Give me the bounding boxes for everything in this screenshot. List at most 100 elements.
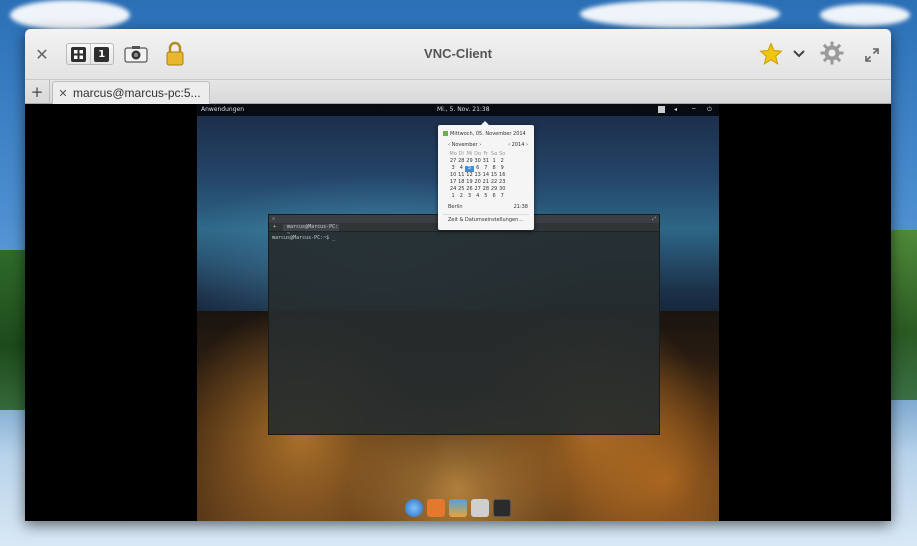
tab-label: marcus@marcus-pc:5... [73, 86, 201, 100]
calendar-weekday: Mi [466, 151, 473, 157]
calendar-weekday: Mo [449, 151, 457, 157]
wallpaper-cloud [580, 0, 780, 28]
calendar-day[interactable]: 28 [482, 186, 490, 193]
tab-bar: + ✕ marcus@marcus-pc:5... [25, 80, 891, 104]
calendar-nav: ‹ November › ‹ 2014 › [448, 142, 528, 148]
calendar-year-nav[interactable]: ‹ 2014 › [508, 142, 528, 148]
terminal-close-icon[interactable]: ✕ [272, 216, 275, 222]
menu-button[interactable] [791, 45, 807, 63]
calendar-day[interactable]: 7 [482, 165, 490, 172]
calendar-weekday: Do [474, 151, 482, 157]
calendar-day[interactable]: 10 [449, 172, 457, 179]
terminal-maximize-icon[interactable]: ⤢ [652, 216, 656, 222]
wallpaper-trees [887, 230, 917, 400]
calendar-day[interactable]: 8 [490, 165, 498, 172]
calendar-day[interactable]: 27 [474, 186, 482, 193]
dock-terminal-icon[interactable] [493, 499, 511, 517]
calendar-day[interactable]: 2 [457, 193, 465, 200]
remote-terminal-window[interactable]: ✕ ⤢ + marcus@Marcus-PC: ~ marcus@Marcus-… [268, 214, 660, 435]
remote-clock[interactable]: Mi., 5. Nov. 21:38 [437, 106, 490, 113]
calendar-day[interactable]: 17 [449, 179, 457, 186]
calendar-weekday: Sa [490, 151, 498, 157]
calendar-day[interactable]: 28 [457, 158, 465, 165]
calendar-day[interactable]: 30 [474, 158, 482, 165]
tab-connection[interactable]: ✕ marcus@marcus-pc:5... [52, 81, 210, 104]
dock-app-icon[interactable] [427, 499, 445, 517]
calendar-city: Berlin [448, 204, 463, 210]
calendar-day[interactable]: 23 [498, 179, 506, 186]
calendar-day[interactable]: 19 [465, 179, 473, 186]
calendar-day[interactable]: 22 [490, 179, 498, 186]
calendar-weekday: Fr [483, 151, 489, 157]
remote-desktop-view[interactable]: Anwendungen Mi., 5. Nov. 21:38 ◂ ⌔ ⏻ ✕ ⤢… [197, 104, 719, 521]
remote-network-icon[interactable]: ⌔ [691, 106, 698, 114]
remote-notifications-icon[interactable] [658, 106, 665, 113]
calendar-weekday: So [499, 151, 506, 157]
calendar-month-nav[interactable]: ‹ November › [448, 142, 481, 148]
remote-power-icon[interactable]: ⏻ [707, 106, 714, 113]
calendar-day[interactable]: 6 [490, 193, 498, 200]
calendar-day[interactable]: 6 [474, 165, 482, 172]
calendar-day[interactable]: 4 [457, 165, 465, 172]
calendar-day[interactable]: 11 [457, 172, 465, 179]
remote-calendar-popover: Mittwoch, 05. November 2014 ‹ November ›… [438, 121, 534, 230]
calendar-day[interactable]: 4 [474, 193, 482, 200]
dock-browser-icon[interactable] [405, 499, 423, 517]
remote-applications-menu[interactable]: Anwendungen [201, 106, 244, 113]
calendar-day[interactable]: 29 [465, 158, 473, 165]
dock-photos-icon[interactable] [449, 499, 467, 517]
settings-button[interactable] [820, 41, 844, 65]
calendar-divider [443, 214, 529, 215]
gear-icon [820, 41, 844, 65]
wallpaper-cloud [820, 4, 910, 26]
calendar-world-clock: Berlin 21:38 [448, 204, 528, 210]
terminal-tab[interactable]: marcus@Marcus-PC: ~ [283, 224, 339, 237]
calendar-day[interactable]: 9 [498, 165, 506, 172]
calendar-day[interactable]: 21 [482, 179, 490, 186]
calendar-date-heading: Mittwoch, 05. November 2014 [450, 131, 526, 137]
calendar-day[interactable]: 5 [482, 193, 490, 200]
calendar-day[interactable]: 1 [449, 193, 457, 200]
calendar-day[interactable]: 1 [490, 158, 498, 165]
calendar-day[interactable]: 30 [498, 186, 506, 193]
calendar-settings-link[interactable]: Zeit & Datumseinstellungen... [448, 217, 523, 223]
favorite-button[interactable] [759, 42, 783, 66]
calendar-icon [443, 131, 448, 136]
calendar-day[interactable]: 16 [498, 172, 506, 179]
star-icon [759, 42, 783, 65]
remote-volume-icon[interactable]: ◂ [674, 106, 681, 113]
tab-close-icon[interactable]: ✕ [53, 87, 73, 100]
calendar-day[interactable]: 5 [465, 165, 474, 172]
remote-top-panel: Anwendungen Mi., 5. Nov. 21:38 ◂ ⌔ ⏻ [197, 104, 719, 116]
calendar-day[interactable]: 7 [498, 193, 506, 200]
remote-dock [398, 497, 518, 519]
titlebar: ✕ 1 VNC-Client [25, 29, 891, 80]
calendar-day[interactable]: 2 [498, 158, 506, 165]
fullscreen-button[interactable] [863, 46, 881, 64]
calendar-day[interactable]: 31 [482, 158, 490, 165]
calendar-day[interactable]: 14 [482, 172, 490, 179]
calendar-day[interactable]: 27 [449, 158, 457, 165]
chevron-down-icon [793, 50, 805, 58]
vnc-client-window: ✕ 1 VNC-Client + ✕ marcus@marcus-pc:5...… [25, 29, 891, 521]
wallpaper-trees [0, 250, 28, 410]
terminal-new-tab-icon[interactable]: + [273, 224, 276, 230]
calendar-day[interactable]: 15 [490, 172, 498, 179]
wallpaper-cloud [10, 0, 130, 30]
calendar-day[interactable]: 18 [457, 179, 465, 186]
calendar-day[interactable]: 29 [490, 186, 498, 193]
calendar-grid: Mo Di Mi Do Fr Sa So 27 28 29 30 31 1 2 3 4 5 6 7 8 9 10 11 12 1… [449, 151, 507, 200]
calendar-day[interactable]: 12 [465, 172, 473, 179]
calendar-day[interactable]: 20 [474, 179, 482, 186]
calendar-day[interactable]: 3 [465, 193, 473, 200]
calendar-day[interactable]: 25 [457, 186, 465, 193]
new-tab-button[interactable]: + [25, 80, 50, 104]
expand-icon [865, 48, 879, 62]
calendar-day[interactable]: 13 [474, 172, 482, 179]
calendar-day[interactable]: 26 [465, 186, 473, 193]
terminal-prompt: marcus@Marcus-PC:~$ _ [272, 235, 336, 241]
dock-store-icon[interactable] [471, 499, 489, 517]
calendar-day[interactable]: 3 [449, 165, 457, 172]
calendar-city-time: 21:38 [513, 204, 528, 210]
calendar-day[interactable]: 24 [449, 186, 457, 193]
